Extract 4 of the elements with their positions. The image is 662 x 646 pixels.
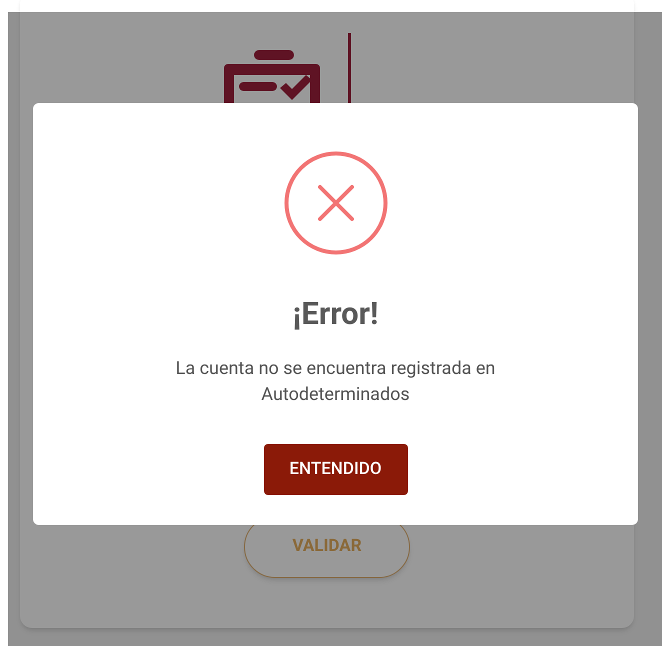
entendido-button[interactable]: ENTENDIDO: [264, 444, 408, 495]
dialog-message: La cuenta no se encuentra registrada en Autodeterminados: [174, 357, 496, 407]
dialog-title: ¡Error!: [292, 294, 378, 334]
error-x-icon: [284, 151, 388, 255]
